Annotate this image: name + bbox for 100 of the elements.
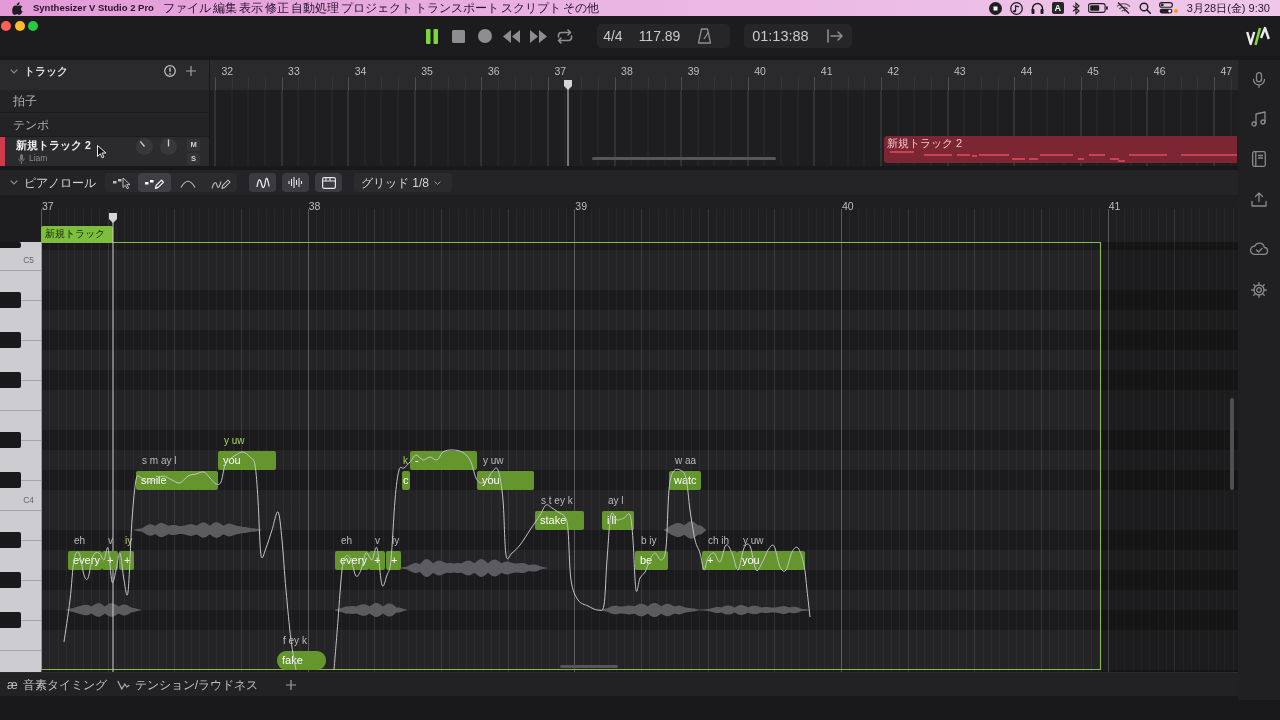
control-center-icon[interactable]: [1158, 2, 1173, 14]
upload-icon[interactable]: [1251, 192, 1267, 207]
menu-item[interactable]: ファイル: [162, 1, 211, 15]
lane-label[interactable]: 拍子: [13, 94, 37, 108]
note[interactable]: you: [218, 451, 276, 470]
bar-number: 40: [754, 65, 766, 77]
clip-label[interactable]: 新規トラック: [41, 226, 113, 242]
phoneme-label: y uw: [743, 535, 764, 547]
bar-number: 43: [954, 65, 966, 77]
app-name-menu[interactable]: Synthesizer V Studio 2 Pro: [33, 1, 154, 15]
note[interactable]: +: [386, 551, 401, 570]
arrow-right-bar-icon[interactable]: [826, 29, 843, 43]
stop-icon[interactable]: [452, 29, 466, 43]
phoneme-label: w aa: [675, 455, 697, 467]
cloud-check-icon[interactable]: [1250, 242, 1268, 255]
rewind-icon[interactable]: [503, 29, 521, 43]
wave-line-icon: [255, 177, 270, 188]
bar-number: 37: [42, 200, 54, 212]
panel-toggle[interactable]: [315, 173, 342, 192]
menu-item[interactable]: 修正: [264, 1, 289, 15]
phoneme-label: s t ey k: [541, 495, 573, 507]
note[interactable]: -: [410, 451, 477, 470]
tempo-value[interactable]: 117.89: [638, 28, 681, 44]
chevron-down-icon[interactable]: [10, 68, 18, 74]
note[interactable]: c: [402, 471, 410, 490]
add-icon[interactable]: [286, 679, 296, 690]
menu-item[interactable]: 自動処理: [290, 1, 339, 15]
horizontal-scrollbar[interactable]: [560, 665, 618, 668]
lane-label[interactable]: テンポ: [13, 117, 49, 132]
phoneme-label: eh: [341, 535, 353, 547]
bar-number: 38: [308, 200, 321, 212]
track-name[interactable]: 新規トラック 2: [16, 139, 91, 152]
apple-icon[interactable]: [12, 1, 23, 15]
pitch-curve-toggle[interactable]: [249, 173, 276, 192]
phoneme-label: b iy: [641, 535, 657, 547]
menu-item[interactable]: トランスポート: [414, 1, 499, 15]
time-position: 01:13:88: [752, 28, 809, 44]
music-icon[interactable]: [1009, 1, 1023, 15]
note[interactable]: be: [635, 551, 668, 570]
fast-forward-icon[interactable]: [530, 29, 548, 43]
note[interactable]: fake: [277, 651, 326, 670]
bar-number: 47: [1220, 65, 1233, 77]
wifi-off-icon[interactable]: [1115, 2, 1131, 14]
note[interactable]: every: [335, 551, 369, 570]
microphone-icon[interactable]: [1251, 72, 1267, 88]
menu-item[interactable]: プロジェクト: [340, 1, 413, 15]
record-icon[interactable]: [478, 29, 493, 43]
phoneme-label: ch ih: [708, 535, 730, 547]
time-signature[interactable]: 4/4: [603, 28, 623, 44]
knob-icon[interactable]: [136, 138, 153, 155]
search-icon[interactable]: [1138, 2, 1151, 14]
menu-item[interactable]: 編集: [212, 1, 237, 15]
track-clip[interactable]: 新規トラック 2: [884, 136, 1237, 163]
music-notes-icon[interactable]: [1251, 111, 1267, 127]
phoneme-label: eh: [74, 535, 86, 547]
settings-icon[interactable]: [1251, 282, 1267, 298]
vertical-scrollbar[interactable]: [1230, 398, 1234, 490]
chevron-down-icon[interactable]: [10, 180, 18, 185]
waveform-toggle[interactable]: [282, 173, 309, 192]
key-label: C4: [23, 495, 34, 505]
note[interactable]: smile: [136, 471, 218, 490]
bar-number: 33: [288, 65, 300, 77]
bar-number: 35: [421, 65, 433, 77]
panel-tab[interactable]: テンション/ラウドネス: [116, 677, 258, 692]
bar-number: 39: [575, 200, 587, 212]
minimize-icon[interactable]: [14, 21, 25, 31]
loop-icon[interactable]: [557, 28, 574, 44]
app-logo[interactable]: [1246, 26, 1270, 46]
metronome-icon[interactable]: [698, 28, 712, 44]
clip-name: 新規トラック 2: [887, 137, 963, 150]
phoneme-label: v: [375, 535, 380, 547]
status-dot-icon: [1173, 9, 1178, 13]
phoneme-label: y uw: [224, 435, 245, 447]
horizontal-scrollbar[interactable]: [592, 157, 776, 160]
zoom-icon[interactable]: [28, 21, 39, 31]
exclamation-circle-icon[interactable]: [164, 65, 176, 77]
close-icon[interactable]: [1, 21, 11, 31]
bluetooth-icon[interactable]: [1071, 1, 1080, 15]
note[interactable]: you: [477, 471, 534, 490]
note-pen-tool-button[interactable]: [138, 173, 171, 192]
book-icon[interactable]: [1252, 151, 1266, 167]
input-source-indicator[interactable]: A: [1051, 2, 1064, 14]
clock[interactable]: 3月28日(金) 9:30: [1186, 1, 1270, 15]
bar-number: 45: [1087, 65, 1099, 77]
record-stop-icon[interactable]: [988, 1, 1002, 15]
singer-name[interactable]: Liam: [29, 153, 48, 164]
panel-tab[interactable]: æ 音素タイミング: [7, 677, 107, 692]
knob-icon[interactable]: [160, 138, 177, 155]
note[interactable]: stake: [535, 511, 584, 530]
menu-item[interactable]: スクリプト: [500, 1, 561, 15]
pitch-curve[interactable]: [333, 449, 811, 671]
playhead[interactable]: [108, 213, 118, 672]
menu-item[interactable]: その他: [562, 1, 599, 15]
add-icon[interactable]: [186, 66, 196, 76]
battery-icon[interactable]: [1087, 3, 1108, 13]
grid-dropdown[interactable]: グリッド 1/8: [354, 173, 452, 192]
headphones-icon[interactable]: [1030, 2, 1044, 14]
playhead[interactable]: [563, 80, 573, 166]
pause-icon[interactable]: [426, 28, 439, 44]
menu-item[interactable]: 表示: [238, 1, 263, 15]
